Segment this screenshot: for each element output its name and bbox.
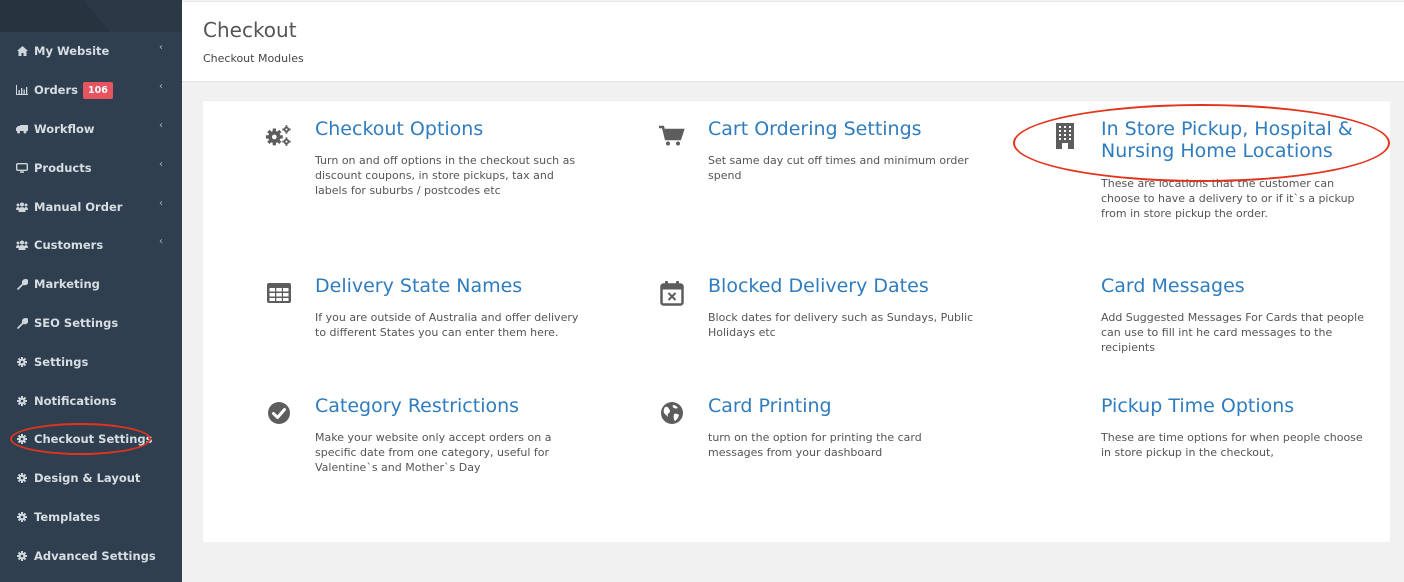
module-card-printing: Card Printing turn on the option for pri… [658, 395, 998, 475]
module-description: turn on the option for printing the card… [708, 431, 922, 459]
table-icon [265, 279, 293, 307]
sidebar-item-marketing[interactable]: Marketing [0, 269, 182, 299]
sidebar-item-label: Checkout Settings [34, 432, 153, 446]
wrench-icon [16, 317, 28, 329]
module-title-link[interactable]: Delivery State Names [315, 275, 522, 298]
chevron-left-icon: ‹ [159, 81, 163, 92]
users-icon [16, 240, 28, 250]
building-icon [1051, 122, 1079, 150]
module-in-store-pickup-locations: In Store Pickup, Hospital & Nursing Home… [1051, 118, 1391, 238]
chevron-left-icon: ‹ [159, 120, 163, 131]
sidebar: My Website ‹ Orders 106 ‹ Workflow ‹ Pro… [0, 0, 182, 582]
module-title-line: Nursing Home Locations [1101, 140, 1333, 162]
sidebar-item-label: Templates [34, 510, 101, 524]
checkout-modules-card: Checkout Options Turn on and off options… [203, 100, 1390, 542]
module-title-link[interactable]: Category Restrictions [315, 395, 519, 418]
module-checkout-options: Checkout Options Turn on and off options… [265, 118, 605, 218]
module-title-link[interactable]: In Store Pickup, Hospital & Nursing Home… [1101, 118, 1353, 162]
sidebar-item-label: Notifications [34, 394, 117, 408]
module-title-line: In Store Pickup, Hospital & [1101, 118, 1353, 140]
module-cart-ordering-settings: Cart Ordering Settings Set same day cut … [658, 118, 998, 218]
sidebar-item-settings[interactable]: Settings [0, 347, 182, 377]
wrench-icon [16, 278, 28, 290]
gear-icon [16, 434, 28, 444]
sidebar-item-advanced-settings[interactable]: Advanced Settings [0, 541, 182, 571]
sidebar-item-label: Orders [34, 83, 78, 97]
chevron-left-icon: ‹ [159, 42, 163, 53]
module-title-link[interactable]: Blocked Delivery Dates [708, 275, 929, 298]
module-pickup-time-options: Pickup Time Options These are time optio… [1051, 395, 1391, 475]
sidebar-item-label: Settings [34, 355, 89, 369]
page-header: Checkout Checkout Modules [182, 1, 1404, 82]
sidebar-item-notifications[interactable]: Notifications [0, 386, 182, 416]
chevron-left-icon: ‹ [159, 198, 163, 209]
module-title-link[interactable]: Checkout Options [315, 118, 483, 141]
module-description: Turn on and off options in the checkout … [315, 154, 576, 197]
module-title-link[interactable]: Card Messages [1101, 275, 1245, 298]
module-description: Set same day cut off times and minimum o… [708, 154, 969, 182]
page-title: Checkout [203, 18, 297, 42]
truck-icon [16, 124, 28, 134]
sidebar-item-label: Design & Layout [34, 471, 141, 485]
sidebar-item-products[interactable]: Products ‹ [0, 153, 182, 183]
sidebar-item-label: My Website [34, 44, 110, 58]
module-category-restrictions: Category Restrictions Make your website … [265, 395, 605, 485]
gear-icon [16, 512, 28, 522]
home-icon [16, 46, 28, 56]
gear-icon [16, 396, 28, 406]
sidebar-item-orders[interactable]: Orders 106 ‹ [0, 75, 182, 105]
module-card-messages: Card Messages Add Suggested Messages For… [1051, 275, 1391, 355]
sidebar-item-label: Customers [34, 238, 104, 252]
module-title-link[interactable]: Card Printing [708, 395, 832, 418]
sidebar-item-checkout-settings[interactable]: Checkout Settings [0, 424, 182, 454]
check-circle-icon [265, 399, 293, 427]
users-icon [16, 202, 28, 212]
globe-icon [658, 399, 686, 427]
sidebar-item-manual-order[interactable]: Manual Order ‹ [0, 192, 182, 222]
module-description: Block dates for delivery such as Sundays… [708, 311, 974, 339]
sidebar-item-my-website[interactable]: My Website ‹ [0, 36, 182, 66]
sidebar-logo-area [0, 0, 182, 32]
module-blocked-delivery-dates: Blocked Delivery Dates Block dates for d… [658, 275, 998, 355]
sidebar-item-label: SEO Settings [34, 316, 119, 330]
module-description: If you are outside of Australia and offe… [315, 311, 579, 339]
sidebar-item-label: Manual Order [34, 200, 123, 214]
module-description: These are locations that the customer ca… [1101, 177, 1355, 220]
sidebar-item-label: Products [34, 161, 92, 175]
sidebar-item-label: Marketing [34, 277, 100, 291]
sidebar-item-design-layout[interactable]: Design & Layout [0, 463, 182, 493]
module-title-link[interactable]: Cart Ordering Settings [708, 118, 922, 141]
orders-count-badge: 106 [83, 81, 113, 99]
gears-icon [265, 122, 293, 150]
gear-icon [16, 357, 28, 367]
desktop-icon [16, 163, 28, 173]
chevron-left-icon: ‹ [159, 236, 163, 247]
chevron-left-icon: ‹ [159, 159, 163, 170]
bar-chart-icon [16, 85, 28, 95]
module-description: Add Suggested Messages For Cards that pe… [1101, 311, 1364, 354]
sidebar-item-customers[interactable]: Customers ‹ [0, 230, 182, 260]
module-description: Make your website only accept orders on … [315, 431, 552, 474]
sidebar-item-label: Advanced Settings [34, 549, 156, 563]
shopping-cart-icon [658, 122, 686, 150]
calendar-times-icon [658, 279, 686, 307]
sidebar-item-workflow[interactable]: Workflow ‹ [0, 114, 182, 144]
module-description: These are time options for when people c… [1101, 431, 1363, 459]
gear-icon [16, 473, 28, 483]
page-subtitle: Checkout Modules [203, 52, 304, 65]
module-title-link[interactable]: Pickup Time Options [1101, 395, 1294, 418]
module-delivery-state-names: Delivery State Names If you are outside … [265, 275, 605, 355]
sidebar-item-templates[interactable]: Templates [0, 502, 182, 532]
gear-icon [16, 551, 28, 561]
sidebar-item-seo-settings[interactable]: SEO Settings [0, 308, 182, 338]
sidebar-item-label: Workflow [34, 122, 95, 136]
